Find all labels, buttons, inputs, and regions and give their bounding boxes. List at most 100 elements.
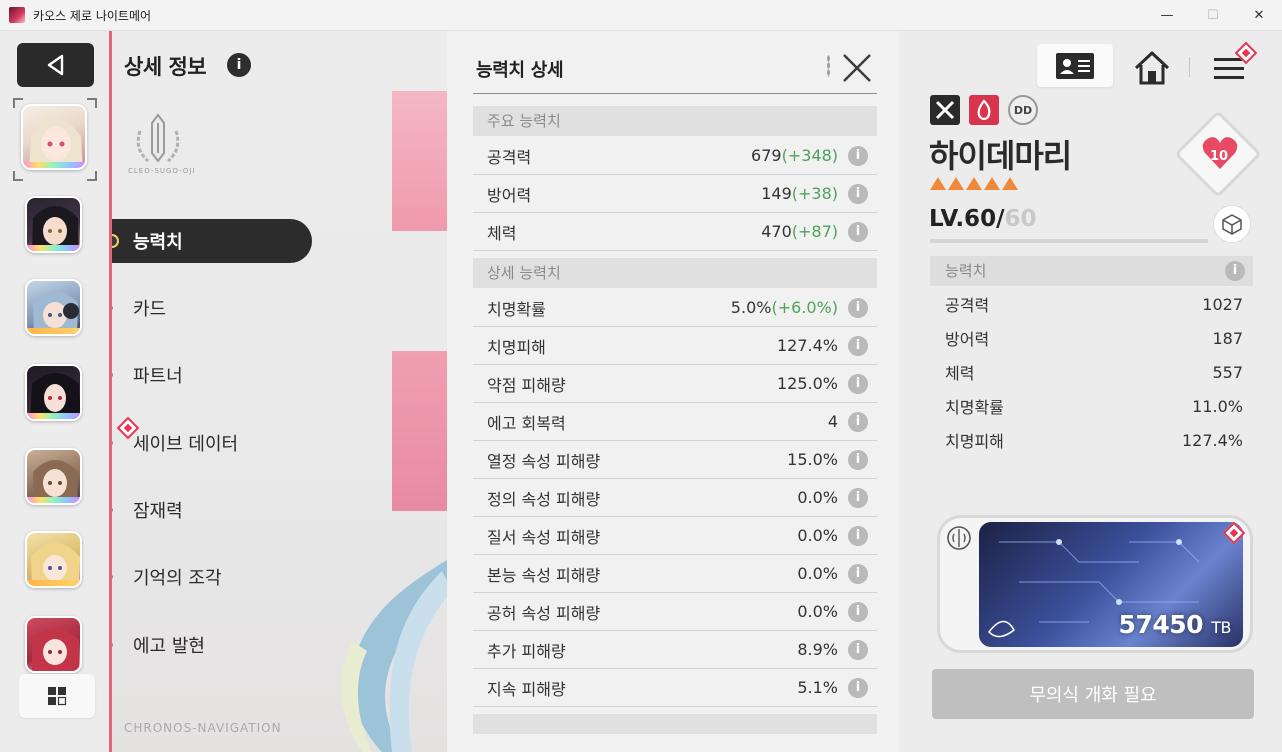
drag-handle[interactable] <box>827 55 830 77</box>
menu-item-potential[interactable]: 잠재력 <box>112 488 312 532</box>
page-title: 상세 정보 <box>124 55 207 79</box>
profile-card-button[interactable] <box>1037 44 1113 87</box>
stat-value: 8.9% <box>797 640 838 659</box>
stat-row: 추가 피해량 8.9% i <box>473 631 877 669</box>
menu-item-label: 기억의 조각 <box>133 568 222 589</box>
stat-bonus: (+348) <box>781 146 838 165</box>
stat-value: 5.0%(+6.0%) <box>730 298 838 317</box>
summary-stat-row: 방어력 187 <box>930 321 1253 355</box>
unconscious-bloom-button[interactable]: 무의식 개화 필요 <box>932 669 1254 719</box>
menu-item-partner[interactable]: 파트너 <box>112 353 312 397</box>
divider <box>473 93 877 94</box>
minimize-button[interactable]: — <box>1144 0 1190 31</box>
info-icon[interactable]: i <box>848 373 868 394</box>
info-icon[interactable]: i <box>848 297 868 318</box>
menu-item-ego-manifest[interactable]: 에고 발현 <box>112 623 312 667</box>
stat-value: 11.0% <box>1192 396 1243 416</box>
character-portrait-4[interactable] <box>25 364 82 421</box>
character-portrait-7[interactable] <box>25 616 82 673</box>
id-card-icon <box>1056 52 1094 79</box>
stat-row: 방어력 149(+38) i <box>473 175 877 213</box>
window-controls: — ☐ ✕ <box>1144 0 1282 31</box>
selected-indicator-icon <box>112 234 119 248</box>
stat-label: 치명확률 <box>945 398 1004 417</box>
bullet-dot <box>112 373 113 377</box>
stat-value: 149(+38) <box>761 184 838 203</box>
stat-value: 1027 <box>1202 294 1243 314</box>
info-icon[interactable]: i <box>848 449 868 470</box>
memory-card-button[interactable]: 57450 TB <box>979 522 1243 647</box>
info-icon[interactable]: i <box>848 411 868 432</box>
stat-label: 치명확률 <box>487 299 546 319</box>
stat-label: 공허 속성 피해량 <box>487 603 601 623</box>
menu-item-cards[interactable]: 카드 <box>112 286 312 330</box>
character-portrait-2[interactable] <box>25 196 82 253</box>
stat-row: 치명피해 127.4% i <box>473 327 877 365</box>
menu-item-memory-fragments[interactable]: 기억의 조각 <box>112 555 312 599</box>
info-icon[interactable]: i <box>1225 261 1245 281</box>
stat-row: 공격력 679(+348) i <box>473 137 877 175</box>
rarity-star-icon <box>966 177 982 190</box>
info-icon[interactable]: i <box>848 563 868 584</box>
menu-item-label: 능력치 <box>133 232 183 253</box>
menu-item-label: 파트너 <box>133 366 183 387</box>
character-level: LV.60/60 <box>929 206 1037 232</box>
info-icon[interactable]: i <box>848 525 868 546</box>
info-icon[interactable]: i <box>848 487 868 508</box>
back-button[interactable] <box>17 43 94 87</box>
close-window-button[interactable]: ✕ <box>1236 0 1282 31</box>
stat-label: 질서 속성 피해량 <box>487 527 601 547</box>
info-button[interactable]: i <box>227 53 251 77</box>
stat-label: 방어력 <box>487 185 532 205</box>
stat-label: 본능 속성 피해량 <box>487 565 601 585</box>
menu-item-stats[interactable]: 능력치 <box>112 219 312 263</box>
window-title: 카오스 제로 나이트메어 <box>33 8 152 23</box>
app-icon <box>9 7 25 23</box>
grid-view-button[interactable] <box>19 674 95 718</box>
brain-icon <box>947 526 971 550</box>
character-portrait-3[interactable] <box>25 279 82 336</box>
info-icon[interactable]: i <box>848 601 868 622</box>
stat-value: 0.0% <box>797 564 838 583</box>
stat-value: 557 <box>1212 362 1243 382</box>
upgrade-button[interactable] <box>1213 205 1251 243</box>
crest-caption: CLEO-SUGO-OJI <box>128 167 196 175</box>
section-header-detail: 상세 능력치 <box>473 258 877 288</box>
rarity-stars <box>930 177 1018 190</box>
stat-value: 470(+87) <box>761 222 838 241</box>
info-icon[interactable]: i <box>848 221 868 242</box>
stat-row: 질서 속성 피해량 0.0% i <box>473 517 877 555</box>
stat-label: 지속 피해량 <box>487 679 566 699</box>
character-rail <box>1 31 111 752</box>
stat-row: 에고 회복력 4 i <box>473 403 877 441</box>
character-portrait-6[interactable] <box>25 531 82 588</box>
stat-bonus: (+38) <box>791 184 838 203</box>
info-icon[interactable]: i <box>848 145 868 166</box>
stat-row: 정의 속성 피해량 0.0% i <box>473 479 877 517</box>
maximize-button[interactable]: ☐ <box>1190 0 1236 31</box>
stat-label: 열정 속성 피해량 <box>487 451 601 471</box>
info-icon[interactable]: i <box>848 639 868 660</box>
rarity-star-icon <box>1002 177 1018 190</box>
stat-value: 0.0% <box>797 488 838 507</box>
character-portrait-selected[interactable] <box>21 104 87 170</box>
info-icon[interactable]: i <box>848 335 868 356</box>
stat-value: 127.4% <box>1181 430 1243 450</box>
stat-bonus: (+6.0%) <box>771 298 838 317</box>
stat-bonus: (+87) <box>791 222 838 241</box>
summary-stat-row: 치명확률 11.0% <box>930 389 1253 423</box>
stat-label: 공격력 <box>945 296 990 315</box>
character-portrait-5[interactable] <box>25 448 82 505</box>
stat-label: 정의 속성 피해량 <box>487 489 601 509</box>
close-panel-icon[interactable] <box>840 51 874 85</box>
info-icon[interactable]: i <box>848 677 868 698</box>
window-titlebar: 카오스 제로 나이트메어 — ☐ ✕ <box>0 0 1282 31</box>
info-icon[interactable]: i <box>848 183 868 204</box>
menu-item-save-data[interactable]: 세이브 데이터 <box>112 421 312 465</box>
rarity-star-icon <box>930 177 946 190</box>
stat-label: 약점 피해량 <box>487 375 566 395</box>
bullet-dot <box>112 575 113 579</box>
grid-icon <box>48 687 67 706</box>
level-progress-bar <box>930 239 1208 243</box>
home-icon[interactable] <box>1132 48 1172 88</box>
